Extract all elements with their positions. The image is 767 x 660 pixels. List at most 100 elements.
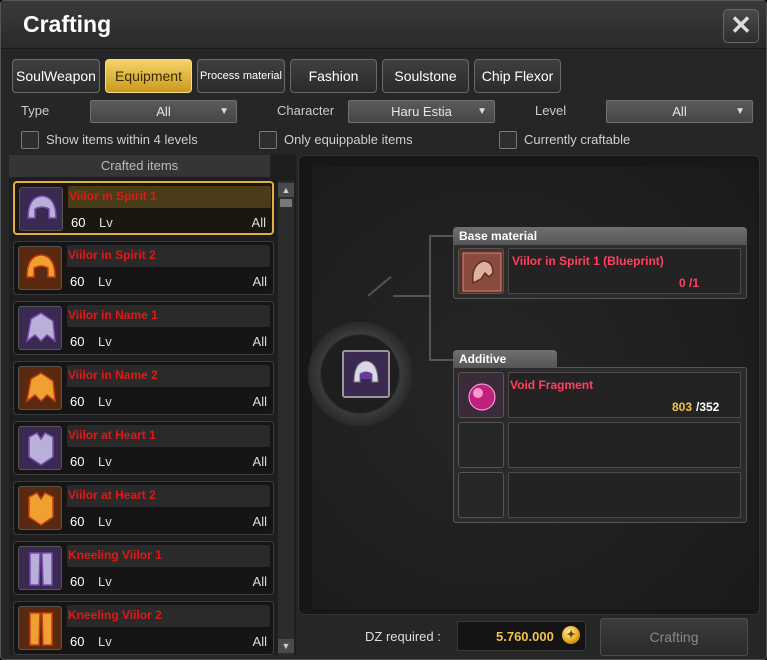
character-dropdown[interactable]: Haru Estia ▼ (348, 100, 495, 123)
base-material-name: Viilor in Spirit 1 (Blueprint) (512, 254, 664, 268)
item-level: 60 (70, 334, 85, 349)
helmet-icon (26, 254, 56, 278)
item-level: 60 (70, 454, 85, 469)
item-name: Viilor in Spirit 1 (69, 189, 157, 203)
tab-equipment[interactable]: Equipment (105, 59, 192, 93)
connector-line (429, 359, 453, 361)
show-within-levels-label[interactable]: Show items within 4 levels (46, 132, 198, 147)
item-name: Viilor in Name 1 (68, 308, 158, 322)
tab-soulweapon[interactable]: SoulWeapon (12, 59, 100, 93)
chest-armor-icon (28, 492, 54, 526)
item-icon-frame (18, 306, 62, 350)
item-level: 60 (70, 574, 85, 589)
item-icon-frame (18, 426, 62, 470)
list-item[interactable]: Viilor in Spirit 2 60 Lv All (13, 241, 274, 295)
item-level-suffix: Lv (98, 574, 112, 589)
chest-armor-icon (28, 432, 54, 466)
item-level-suffix: Lv (98, 274, 112, 289)
tab-soulstone[interactable]: Soulstone (382, 59, 469, 93)
item-name: Kneeling Viilor 2 (68, 608, 162, 622)
level-dropdown-value: All (672, 104, 687, 119)
type-filter-label: Type (21, 103, 50, 118)
gold-coin-icon: ✦ (562, 626, 580, 644)
leg-armor-icon (29, 612, 53, 646)
base-material-header: Base material (453, 227, 747, 245)
dz-required-value: 5.760.000 (496, 629, 554, 644)
chevron-down-icon: ▼ (219, 106, 229, 117)
additive-slot-1[interactable] (458, 372, 504, 418)
base-material-slot[interactable] (458, 248, 504, 294)
level-dropdown[interactable]: All ▼ (606, 100, 753, 123)
void-fragment-icon (459, 373, 503, 417)
item-icon-frame (18, 606, 62, 650)
currently-craftable-checkbox[interactable] (499, 131, 517, 149)
list-item[interactable]: Viilor in Name 1 60 Lv All (13, 301, 274, 355)
item-class: All (252, 574, 267, 589)
list-item[interactable]: Viilor at Heart 2 60 Lv All (13, 481, 274, 535)
list-item[interactable]: Viilor in Spirit 1 60 Lv All (13, 181, 274, 235)
item-class: All (252, 634, 267, 649)
dz-required-label: DZ required : (365, 629, 441, 644)
base-material-required: /1 (689, 276, 700, 290)
item-level-suffix: Lv (98, 634, 112, 649)
type-dropdown-value: All (156, 104, 171, 119)
item-level: 60 (70, 634, 85, 649)
additive-header: Additive (453, 350, 557, 368)
item-icon-frame (19, 187, 63, 231)
item-name: Viilor in Name 2 (68, 368, 158, 382)
connector-line (429, 235, 453, 237)
show-within-levels-checkbox[interactable] (21, 131, 39, 149)
result-item-icon[interactable] (342, 350, 390, 398)
item-name: Viilor in Spirit 2 (68, 248, 156, 262)
additive-slot-2[interactable] (458, 422, 504, 468)
level-filter-label: Level (535, 103, 567, 118)
item-class: All (252, 394, 267, 409)
item-icon-frame (18, 486, 62, 530)
list-item[interactable]: Viilor in Name 2 60 Lv All (13, 361, 274, 415)
crafting-button[interactable]: Crafting (600, 618, 748, 656)
type-dropdown[interactable]: All ▼ (90, 100, 237, 123)
shoulder-armor-icon (25, 312, 56, 343)
scroll-down-icon[interactable]: ▼ (278, 639, 294, 653)
list-item[interactable]: Kneeling Viilor 2 60 Lv All (13, 601, 274, 655)
crafted-items-header: Crafted items (9, 155, 270, 177)
currently-craftable-label[interactable]: Currently craftable (524, 132, 630, 147)
list-item[interactable]: Viilor at Heart 1 60 Lv All (13, 421, 274, 475)
list-item[interactable]: Kneeling Viilor 1 60 Lv All (13, 541, 274, 595)
additive-name: Void Fragment (510, 378, 594, 392)
item-level: 60 (70, 274, 85, 289)
item-name: Viilor at Heart 2 (68, 488, 156, 502)
helmet-icon (344, 352, 388, 396)
additive-required: /352 (696, 400, 720, 414)
tab-process-material[interactable]: Process material (197, 59, 285, 93)
close-icon: ✕ (730, 10, 752, 40)
item-icon-frame (18, 246, 62, 290)
additive-slot-2-body (508, 422, 741, 468)
character-dropdown-value: Haru Estia (391, 104, 452, 119)
scroll-thumb[interactable] (280, 199, 292, 207)
item-level: 60 (70, 394, 85, 409)
list-scrollbar[interactable]: ▲ ▼ (278, 181, 294, 655)
item-level: 60 (71, 215, 86, 230)
additive-slot-3[interactable] (458, 472, 504, 518)
connector-line (429, 235, 431, 361)
shoulder-armor-icon (25, 372, 56, 403)
item-level: 60 (70, 514, 85, 529)
tab-chip-flexor[interactable]: Chip Flexor (474, 59, 561, 93)
item-class: All (252, 274, 267, 289)
crafting-window: Crafting ✕ SoulWeapon Equipment Process … (0, 0, 767, 660)
only-equippable-checkbox[interactable] (259, 131, 277, 149)
item-class: All (252, 454, 267, 469)
item-name: Viilor at Heart 1 (68, 428, 156, 442)
close-button[interactable]: ✕ (723, 9, 759, 43)
base-material-owned: 0 (679, 276, 686, 290)
item-level-suffix: Lv (98, 514, 112, 529)
scroll-up-icon[interactable]: ▲ (278, 183, 294, 197)
only-equippable-label[interactable]: Only equippable items (284, 132, 413, 147)
character-filter-label: Character (277, 103, 335, 118)
title-bar[interactable]: Crafting ✕ (1, 1, 766, 49)
leg-armor-icon (29, 552, 53, 586)
blueprint-icon (459, 249, 503, 293)
item-level-suffix: Lv (98, 394, 112, 409)
tab-fashion[interactable]: Fashion (290, 59, 377, 93)
